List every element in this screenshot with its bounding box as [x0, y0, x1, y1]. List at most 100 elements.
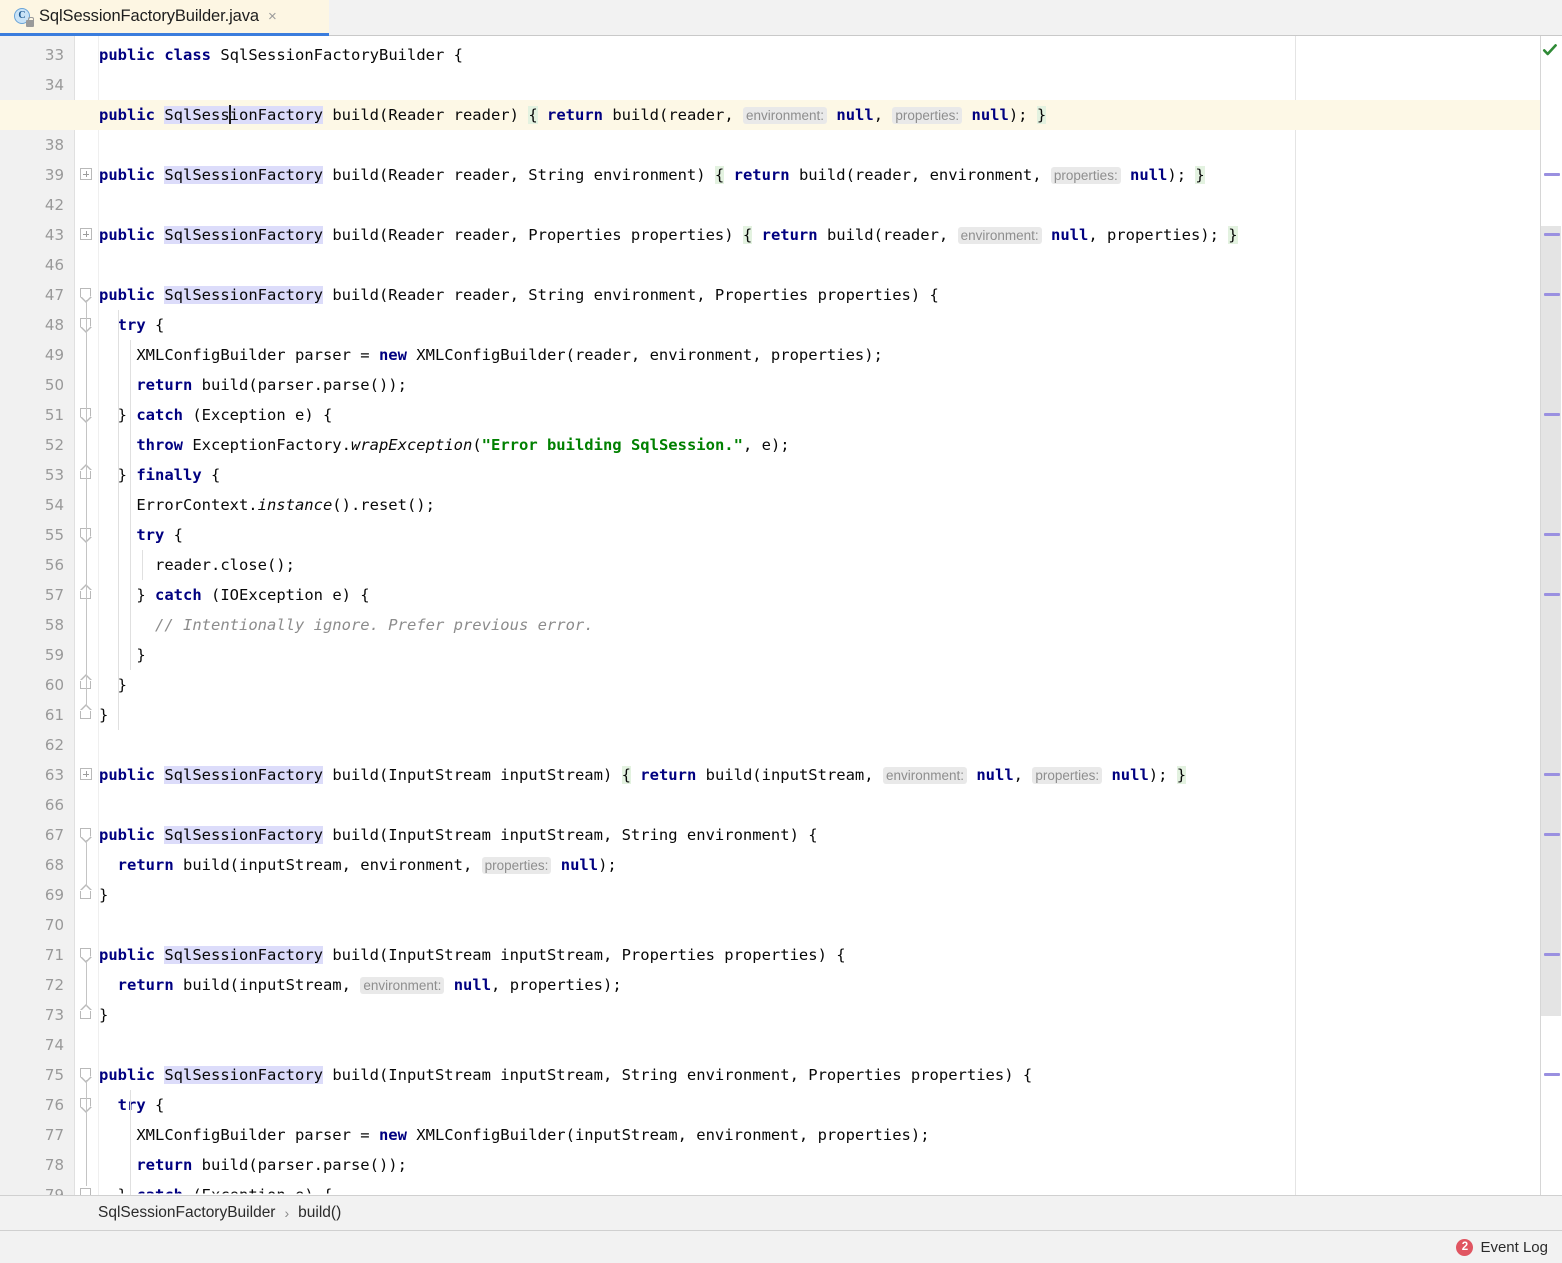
code-line[interactable]: public class SqlSessionFactoryBuilder { — [99, 40, 1562, 70]
code-line[interactable]: throw ExceptionFactory.wrapException("Er… — [99, 430, 1562, 460]
breadcrumb-item-method[interactable]: build() — [298, 1204, 341, 1222]
line-number[interactable]: 39 — [0, 160, 75, 190]
usage-marker[interactable] — [1544, 533, 1560, 536]
code-line[interactable]: reader.close(); — [99, 550, 1562, 580]
close-icon[interactable]: × — [268, 9, 277, 24]
code-line[interactable] — [99, 910, 1562, 940]
code-line[interactable]: public SqlSessionFactory build(Reader re… — [99, 220, 1562, 250]
code-line[interactable]: } — [99, 670, 1562, 700]
line-number[interactable]: 72 — [0, 970, 75, 1000]
code-line[interactable]: return build(inputStream, environment, p… — [99, 850, 1562, 880]
code-line[interactable]: return build(inputStream, environment: n… — [99, 970, 1562, 1000]
code-line[interactable]: XMLConfigBuilder parser = new XMLConfigB… — [99, 340, 1562, 370]
usage-marker[interactable] — [1544, 293, 1560, 296]
code-line[interactable]: public SqlSessionFactory build(Reader re… — [99, 280, 1562, 310]
parameter-name-hint[interactable]: environment: — [360, 977, 445, 994]
line-number[interactable]: 53 — [0, 460, 75, 490]
code-line[interactable]: } — [99, 640, 1562, 670]
code-line[interactable] — [99, 130, 1562, 160]
line-number[interactable]: 66 — [0, 790, 75, 820]
line-number[interactable]: 48 — [0, 310, 75, 340]
code-line[interactable]: public SqlSessionFactory build(InputStre… — [99, 940, 1562, 970]
line-number[interactable]: 56 — [0, 550, 75, 580]
code-line[interactable] — [99, 790, 1562, 820]
line-number[interactable]: 73 — [0, 1000, 75, 1030]
code-line[interactable] — [99, 1030, 1562, 1060]
line-number[interactable]: 70 — [0, 910, 75, 940]
code-folding-gutter[interactable] — [75, 36, 99, 1195]
line-number[interactable]: 51 — [0, 400, 75, 430]
code-line[interactable]: return build(parser.parse()); — [99, 1150, 1562, 1180]
code-line[interactable]: return build(parser.parse()); — [99, 370, 1562, 400]
code-line[interactable]: // Intentionally ignore. Prefer previous… — [99, 610, 1562, 640]
code-line[interactable]: ErrorContext.instance().reset(); — [99, 490, 1562, 520]
line-number[interactable]: 55 — [0, 520, 75, 550]
fold-region-start-icon[interactable] — [78, 1186, 94, 1195]
line-number[interactable]: 69 — [0, 880, 75, 910]
usage-marker[interactable] — [1544, 173, 1560, 176]
line-number[interactable]: 42 — [0, 190, 75, 220]
code-line[interactable]: } catch (Exception e) { — [99, 400, 1562, 430]
parameter-name-hint[interactable]: properties: — [1050, 167, 1121, 184]
fold-region-end-icon[interactable] — [78, 704, 94, 722]
line-number[interactable]: 38 — [0, 130, 75, 160]
line-number[interactable]: 61 — [0, 700, 75, 730]
line-number[interactable]: 54 — [0, 490, 75, 520]
code-line[interactable] — [99, 190, 1562, 220]
line-number[interactable]: 57 — [0, 580, 75, 610]
line-number[interactable]: 52 — [0, 430, 75, 460]
code-line[interactable]: public SqlSessionFactory build(Reader re… — [99, 160, 1562, 190]
breadcrumb-item-class[interactable]: SqlSessionFactoryBuilder — [98, 1204, 275, 1222]
line-number[interactable]: 63 — [0, 760, 75, 790]
code-line[interactable]: } finally { — [99, 460, 1562, 490]
line-number[interactable]: 77 — [0, 1120, 75, 1150]
line-number[interactable]: 33 — [0, 40, 75, 70]
error-stripe-marker-panel[interactable] — [1540, 36, 1562, 1195]
code-line[interactable]: try { — [99, 520, 1562, 550]
usage-marker[interactable] — [1544, 593, 1560, 596]
line-number[interactable]: 60 — [0, 670, 75, 700]
code-line[interactable]: public SqlSessionFactory build(InputStre… — [99, 1060, 1562, 1090]
fold-expand-icon[interactable] — [78, 766, 94, 782]
usage-marker[interactable] — [1544, 773, 1560, 776]
code-line[interactable]: } — [99, 880, 1562, 910]
code-line[interactable] — [99, 730, 1562, 760]
code-line[interactable]: } — [99, 1000, 1562, 1030]
code-line[interactable]: } catch (Exception e) { — [99, 1180, 1562, 1194]
code-line[interactable]: } catch (IOException e) { — [99, 580, 1562, 610]
parameter-name-hint[interactable]: environment: — [882, 767, 967, 784]
line-number[interactable]: 76 — [0, 1090, 75, 1120]
code-line[interactable]: public SqlSessionFactory build(InputStre… — [99, 820, 1562, 850]
inspection-ok-checkmark-icon[interactable] — [1542, 42, 1558, 58]
code-line[interactable]: try { — [99, 310, 1562, 340]
fold-region-end-icon[interactable] — [78, 1004, 94, 1022]
fold-expand-icon[interactable] — [78, 166, 94, 182]
fold-region-end-icon[interactable] — [78, 884, 94, 902]
line-number[interactable]: 78 — [0, 1150, 75, 1180]
line-number[interactable]: 79 — [0, 1180, 75, 1195]
line-number[interactable]: 47 — [0, 280, 75, 310]
line-number[interactable]: 62 — [0, 730, 75, 760]
line-number[interactable]: 67 — [0, 820, 75, 850]
line-number[interactable]: 71 — [0, 940, 75, 970]
line-number[interactable]: 75 — [0, 1060, 75, 1090]
usage-marker[interactable] — [1544, 1073, 1560, 1076]
code-line[interactable] — [99, 250, 1562, 280]
code-line[interactable]: try { — [99, 1090, 1562, 1120]
vertical-scrollbar-thumb[interactable] — [1541, 226, 1561, 1016]
line-number[interactable]: 74 — [0, 1030, 75, 1060]
code-line[interactable]: } — [99, 700, 1562, 730]
code-line[interactable] — [99, 70, 1562, 100]
code-line[interactable]: XMLConfigBuilder parser = new XMLConfigB… — [99, 1120, 1562, 1150]
parameter-name-hint[interactable]: environment: — [742, 107, 828, 124]
parameter-name-hint[interactable]: properties: — [1032, 767, 1103, 784]
code-text-area[interactable]: public class SqlSessionFactoryBuilder { p… — [0, 36, 1562, 1195]
usage-marker[interactable] — [1544, 413, 1560, 416]
line-number[interactable]: 50 — [0, 370, 75, 400]
line-number[interactable]: 68 — [0, 850, 75, 880]
line-number[interactable]: 43 — [0, 220, 75, 250]
parameter-name-hint[interactable]: environment: — [957, 227, 1042, 244]
usage-marker[interactable] — [1544, 953, 1560, 956]
parameter-name-hint[interactable]: properties: — [892, 107, 963, 124]
code-line[interactable]: public SqlSessionFactory build(InputStre… — [99, 760, 1562, 790]
